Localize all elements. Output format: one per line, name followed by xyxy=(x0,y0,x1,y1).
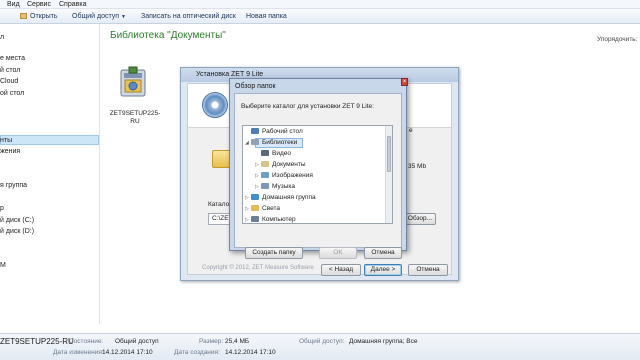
shared-label: Общий доступ: xyxy=(299,338,345,345)
dialog-ok-button[interactable]: OK xyxy=(319,247,357,259)
menu-help[interactable]: Справка xyxy=(59,0,86,9)
scrollbar-thumb[interactable] xyxy=(387,136,391,172)
open-button[interactable]: Открыть xyxy=(20,11,58,22)
burn-button[interactable]: Записать на оптический диск xyxy=(141,11,236,22)
nav-item[interactable]: Cloud xyxy=(0,77,18,86)
back-button[interactable]: < Назад xyxy=(321,264,361,276)
details-file-name: ZET9SETUP225-RU xyxy=(0,337,74,346)
arrange-by-button[interactable]: Упорядочить: xyxy=(597,36,638,43)
tree-node-desktop[interactable]: Рабочий стол xyxy=(245,127,303,137)
libraries-icon xyxy=(251,139,259,145)
menu-tools[interactable]: Сервис xyxy=(27,0,51,9)
chevron-down-icon: ▼ xyxy=(121,14,126,20)
tree-scrollbar[interactable] xyxy=(385,126,392,223)
state-label: Состояние: xyxy=(69,338,104,345)
video-icon xyxy=(261,150,269,156)
toolbar: Открыть Общий доступ ▼ Записать на оптиче… xyxy=(0,9,640,24)
tree-node-video[interactable]: Видео xyxy=(255,149,291,159)
homegroup-icon xyxy=(251,194,259,200)
folder-tree[interactable]: Рабочий стол ◢ Библиотеки Видео ▷ Документ… xyxy=(242,125,393,224)
tree-node-documents[interactable]: ▷ Документы xyxy=(255,160,306,170)
dialog-body: Выберите каталог для установки ZET 9 Lit… xyxy=(234,93,402,259)
modified-label: Дата изменения: xyxy=(53,349,104,356)
make-new-folder-button[interactable]: Создать папку xyxy=(245,247,303,259)
browse-folder-dialog: Обзор папок Выберите каталог для установ… xyxy=(229,78,407,259)
nav-item[interactable]: й стол xyxy=(0,66,20,75)
open-icon xyxy=(20,13,27,19)
shared-value: Домашняя группа; Все xyxy=(349,338,418,345)
documents-icon xyxy=(261,161,269,167)
dialog-prompt: Выберите каталог для установки ZET 9 Lit… xyxy=(241,103,374,110)
user-folder-icon xyxy=(251,205,259,211)
required-space: 35 Mb xyxy=(408,163,427,170)
browse-button[interactable]: Обзор... xyxy=(404,213,436,225)
details-pane: ZET9SETUP225-RU Состояние: Общий доступ … xyxy=(0,333,640,360)
nav-item[interactable]: ой стол xyxy=(0,89,24,98)
nav-selection xyxy=(0,135,99,145)
modified-value: 14.12.2014 17:10 xyxy=(102,349,153,356)
cd-icon xyxy=(202,92,228,118)
dialog-title: Обзор папок xyxy=(235,83,276,90)
created-value: 14.12.2014 17:10 xyxy=(225,349,276,356)
tree-node-music[interactable]: ▷ Музыка xyxy=(255,182,295,192)
tree-node-pictures[interactable]: ▷ Изображения xyxy=(255,171,313,181)
computer-icon xyxy=(251,216,259,222)
navigation-pane: л е места й стол Cloud ой стол нты жения… xyxy=(0,24,100,324)
nav-item[interactable]: л xyxy=(0,33,4,42)
nav-item[interactable]: е места xyxy=(0,54,25,63)
tree-node-libraries[interactable]: ◢ Библиотеки xyxy=(245,138,297,148)
desktop-icon xyxy=(251,128,259,134)
nav-item-computer[interactable]: р xyxy=(0,204,4,213)
tree-node-user[interactable]: ▷ Света xyxy=(245,204,280,214)
new-folder-button[interactable]: Новая папка xyxy=(246,11,287,22)
share-button[interactable]: Общий доступ ▼ xyxy=(72,11,126,22)
state-value: Общий доступ xyxy=(115,338,159,345)
nav-item-drive-c[interactable]: й диск (C:) xyxy=(0,216,34,225)
music-icon xyxy=(261,183,269,189)
setup-title: Установка ZET 9 Lite xyxy=(196,71,264,78)
menu-view[interactable]: Вид xyxy=(7,0,20,9)
close-icon[interactable]: × xyxy=(401,78,408,86)
nav-item-drive-d[interactable]: й диск (D:) xyxy=(0,227,34,236)
nav-item-documents[interactable]: нты xyxy=(0,136,12,145)
size-label: Размер: xyxy=(199,338,224,345)
library-title: Библиотека "Документы" xyxy=(110,30,226,41)
tree-node-homegroup[interactable]: ▷ Домашняя группа xyxy=(245,193,316,203)
pictures-icon xyxy=(261,172,269,178)
setup-cancel-button[interactable]: Отмена xyxy=(408,264,448,276)
nav-item[interactable]: жения xyxy=(0,147,20,156)
next-button[interactable]: Далее > xyxy=(364,264,402,276)
created-label: Дата создания: xyxy=(174,349,220,356)
installer-icon[interactable] xyxy=(118,66,148,100)
copyright: Copyright © 2012, ZET Measure Software xyxy=(202,265,314,271)
setup-text-fragment: е xyxy=(409,127,413,134)
file-name[interactable]: ZET9SETUP225-RU xyxy=(106,110,164,126)
nav-item-homegroup[interactable]: я группа xyxy=(0,181,27,190)
menu-bar: Вид Сервис Справка xyxy=(0,0,640,9)
tree-node-computer[interactable]: ▷ Компьютер xyxy=(245,215,296,223)
size-value: 25,4 МБ xyxy=(225,338,250,345)
dialog-cancel-button[interactable]: Отмена xyxy=(364,247,402,259)
nav-item[interactable]: М xyxy=(0,261,6,270)
